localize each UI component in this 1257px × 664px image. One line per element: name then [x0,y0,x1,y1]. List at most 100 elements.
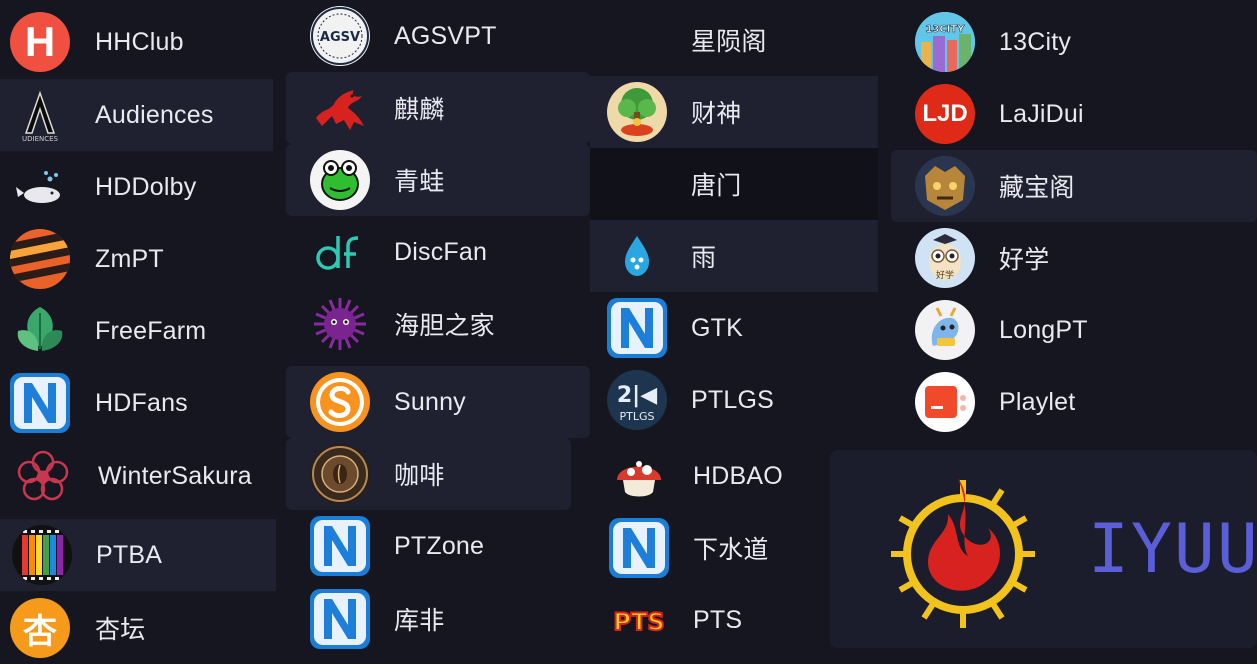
site-item-yu[interactable]: 雨 [590,220,878,292]
site-label: 藏宝阁 [999,174,1075,202]
hhclub-icon: H [10,12,70,72]
site-label: 青蛙 [394,168,445,196]
site-item-ptba[interactable]: PTBA [0,519,276,591]
site-item-hhclub[interactable]: H HHClub [0,6,275,78]
site-label: DiscFan [394,237,488,266]
site-label: 麒麟 [394,96,445,124]
frog-icon [310,150,370,210]
agsv-icon: AGSV [310,6,370,66]
sakura-icon [13,446,73,506]
n-logo-icon [10,373,70,433]
site-label: HDDolby [95,172,197,201]
site-item-ptlgs[interactable]: 2|◀ PTLGS PTLGS [590,364,878,436]
site-item-lajidui[interactable]: LJD LaJiDui [892,78,1257,150]
site-item-hdbao[interactable]: HDBAO [573,440,809,512]
money-tree-icon [607,82,667,142]
site-label: FreeFarm [95,316,207,345]
site-label: 唐门 [691,172,742,200]
site-item-qilin[interactable]: 麒麟 [286,72,590,144]
site-item-caishen[interactable]: 财神 [590,76,878,148]
flame-sun-icon [891,478,1035,628]
site-item-xingtan[interactable]: 杏 杏坛 [0,592,276,664]
mushroom-icon [609,446,669,506]
site-item-agsvpt[interactable]: AGSV AGSVPT [286,0,591,72]
svg-text:PTLGS: PTLGS [620,410,655,423]
site-item-13city[interactable]: 13CITY 13City [892,6,1257,78]
site-item-xingyunge[interactable]: 星陨阁 [590,4,878,76]
site-label: LaJiDui [999,99,1084,128]
site-label: Audiences [95,100,214,129]
svg-text:PTS: PTS [613,608,664,636]
ptlgs-icon: 2|◀ PTLGS [607,370,667,430]
city-icon: 13CITY [915,12,975,72]
ljd-icon: LJD [915,84,975,144]
site-item-haidan[interactable]: 海胆之家 [286,288,590,360]
sea-urchin-icon [310,294,370,354]
film-strip-icon [12,525,72,585]
site-label: HDFans [95,388,188,417]
dragon-icon [915,300,975,360]
site-item-hddolby[interactable]: HDDolby [0,151,275,223]
site-label: Sunny [394,387,466,416]
site-label: PTLGS [691,385,774,414]
site-label: ZmPT [95,244,164,273]
discfan-icon [310,222,370,282]
coffee-badge-icon [310,444,370,504]
xingtan-icon: 杏 [10,598,70,658]
site-item-wintersakura[interactable]: WinterSakura [0,440,275,512]
audiences-icon: UDIENCES [10,85,70,145]
n-logo-icon [310,516,370,576]
site-label: 财神 [691,100,742,128]
site-label: 库非 [394,607,445,635]
whale-icon [10,157,70,217]
site-label: 星陨阁 [691,28,767,56]
svg-text:2|◀: 2|◀ [617,383,657,408]
site-label: WinterSakura [98,461,252,490]
site-label: Playlet [999,387,1076,416]
site-label: 海胆之家 [394,312,495,340]
site-item-discfan[interactable]: DiscFan [286,216,590,288]
site-item-gtk[interactable]: GTK [590,292,878,364]
site-item-tangmen[interactable]: 唐门 [590,148,878,220]
site-item-sunny[interactable]: Sunny [286,366,590,438]
site-label: GTK [691,313,743,342]
blank-icon [607,154,667,214]
zmpt-icon [10,229,70,289]
blank-icon [607,10,667,70]
site-item-cangbaoge[interactable]: 藏宝阁 [891,150,1257,222]
leaf-icon [10,301,70,361]
site-item-kafei[interactable]: 咖啡 [286,438,571,510]
n-logo-icon [609,518,669,578]
site-item-xiashuidao[interactable]: 下水道 [573,512,809,584]
qilin-icon [310,78,370,138]
n-logo-icon [310,589,370,649]
site-item-ptzone[interactable]: PTZone [286,510,571,582]
svg-text:UDIENCES: UDIENCES [22,135,59,143]
owl-icon: 好学 [915,228,975,288]
site-label: 咖啡 [394,462,445,490]
site-label: PTS [693,605,743,634]
site-item-zmpt[interactable]: ZmPT [0,223,275,295]
site-item-qingwa[interactable]: 青蛙 [286,144,590,216]
site-label: 雨 [691,244,717,272]
site-item-hdfans[interactable]: HDFans [0,367,275,439]
site-item-playlet[interactable]: Playlet [892,366,1257,438]
n-logo-icon [607,298,667,358]
site-label: 好学 [999,246,1050,274]
guardian-mask-icon [915,156,975,216]
svg-text:好学: 好学 [936,269,954,281]
site-label: 杏坛 [95,616,146,644]
svg-text:13CITY: 13CITY [925,24,965,35]
site-item-kufei[interactable]: 库非 [286,583,571,655]
site-item-pts[interactable]: PTS PTS [573,584,809,656]
site-label: LongPT [999,315,1088,344]
site-item-longpt[interactable]: LongPT [892,294,1257,366]
site-label: AGSVPT [394,21,497,50]
site-item-audiences[interactable]: UDIENCES Audiences [0,79,273,151]
site-item-freefarm[interactable]: FreeFarm [0,295,275,367]
site-label: PTBA [96,540,163,569]
iyuu-card[interactable]: IYUU [830,450,1257,648]
site-label: HDBAO [693,461,783,490]
site-item-haoxue[interactable]: 好学 好学 [892,222,1257,294]
playlet-icon [915,372,975,432]
